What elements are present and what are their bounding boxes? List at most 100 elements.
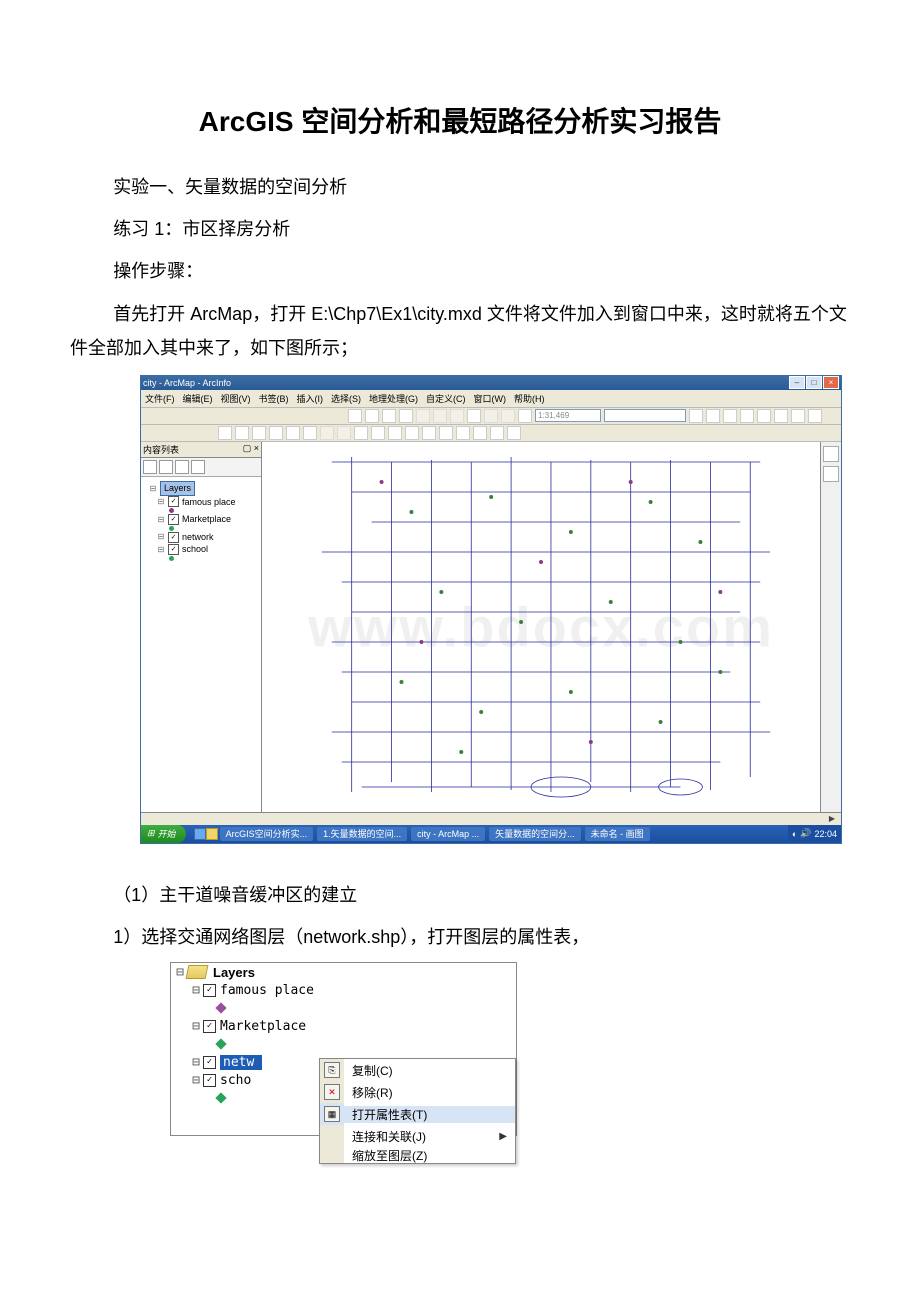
layer-school[interactable]: scho <box>220 1073 251 1088</box>
next-extent-icon[interactable] <box>337 426 351 440</box>
layer-school[interactable]: school <box>182 543 208 556</box>
full-extent-icon[interactable] <box>269 426 283 440</box>
menu-item-zoom-to-layer[interactable]: 缩放至图层(Z) <box>320 1147 515 1163</box>
hyperlink-icon[interactable] <box>456 426 470 440</box>
menu-insert[interactable]: 插入(I) <box>297 392 324 405</box>
menu-windows[interactable]: 窗口(W) <box>474 392 507 405</box>
quick-launch-ie-icon[interactable] <box>194 828 206 840</box>
paste-icon[interactable] <box>450 409 464 423</box>
taskbar-item[interactable]: 矢量数据的空间分... <box>489 827 581 841</box>
toc-list-by-visibility-icon[interactable] <box>175 460 189 474</box>
layer-famous-place[interactable]: famous place <box>220 983 314 998</box>
menu-help[interactable]: 帮助(H) <box>514 392 545 405</box>
menu-select[interactable]: 选择(S) <box>331 392 361 405</box>
catalog-dock-icon[interactable] <box>823 446 839 462</box>
time-slider-icon[interactable] <box>490 426 504 440</box>
add-data-icon[interactable] <box>518 409 532 423</box>
toc-icon[interactable] <box>706 409 720 423</box>
layer-network-selected[interactable]: netw <box>220 1055 262 1070</box>
model-builder-icon[interactable] <box>791 409 805 423</box>
prev-extent-icon[interactable] <box>320 426 334 440</box>
menu-bookmarks[interactable]: 书签(B) <box>259 392 289 405</box>
layer-marketplace[interactable]: Marketplace <box>182 513 231 526</box>
catalog-icon[interactable] <box>723 409 737 423</box>
find-icon[interactable] <box>422 426 436 440</box>
menu-file[interactable]: 文件(F) <box>145 392 175 405</box>
menu-geoprocessing[interactable]: 地理处理(G) <box>369 392 418 405</box>
print-icon[interactable] <box>399 409 413 423</box>
copy-icon[interactable] <box>433 409 447 423</box>
layer-checkbox[interactable]: ✓ <box>203 1020 216 1033</box>
expander-icon[interactable]: ⊟ <box>189 1055 203 1070</box>
expander-icon[interactable]: ⊟ <box>189 1019 203 1034</box>
layer-checkbox[interactable]: ✓ <box>168 532 179 543</box>
select-features-icon[interactable] <box>354 426 368 440</box>
toc-pin-close[interactable]: ▢ × <box>243 443 259 456</box>
identify-icon[interactable] <box>405 426 419 440</box>
close-button[interactable]: × <box>823 376 839 389</box>
tray-icon[interactable]: 🔊 <box>800 828 811 839</box>
delete-icon[interactable] <box>467 409 481 423</box>
expander-icon[interactable]: ⊟ <box>189 983 203 998</box>
menu-item-copy[interactable]: ⎘ 复制(C) <box>320 1059 515 1081</box>
maximize-button[interactable]: □ <box>806 376 822 389</box>
toc-list-by-source-icon[interactable] <box>159 460 173 474</box>
layer-checkbox[interactable]: ✓ <box>203 1056 216 1069</box>
menu-edit[interactable]: 编辑(E) <box>183 392 213 405</box>
fixed-zoom-out-icon[interactable] <box>303 426 317 440</box>
html-popup-icon[interactable] <box>473 426 487 440</box>
start-button[interactable]: ⊞ 开始 <box>141 825 186 843</box>
search-icon[interactable] <box>740 409 754 423</box>
editor-toolbar-icon[interactable] <box>689 409 703 423</box>
menu-view[interactable]: 视图(V) <box>221 392 251 405</box>
submenu-arrow-icon: ▶ <box>499 1131 515 1142</box>
layers-node[interactable]: Layers <box>160 481 195 496</box>
layer-checkbox[interactable]: ✓ <box>203 984 216 997</box>
layer-marketplace[interactable]: Marketplace <box>220 1019 306 1034</box>
fixed-zoom-in-icon[interactable] <box>286 426 300 440</box>
taskbar-item[interactable]: city - ArcMap ... <box>411 827 485 841</box>
layer-checkbox[interactable]: ✓ <box>168 496 179 507</box>
open-icon[interactable] <box>365 409 379 423</box>
quick-launch-explorer-icon[interactable] <box>206 828 218 840</box>
layer-famous-place[interactable]: famous place <box>182 496 236 509</box>
system-tray: ◐ 🔊 22:04 <box>788 825 841 843</box>
expander-icon[interactable]: ⊟ <box>189 1073 203 1088</box>
menu-bar[interactable]: 文件(F) 编辑(E) 视图(V) 书签(B) 插入(I) 选择(S) 地理处理… <box>141 390 841 408</box>
zoom-in-icon[interactable] <box>218 426 232 440</box>
undo-icon[interactable] <box>484 409 498 423</box>
menu-item-remove[interactable]: ✕ 移除(R) <box>320 1081 515 1103</box>
goto-xy-input[interactable] <box>604 409 686 422</box>
redo-icon[interactable] <box>501 409 515 423</box>
menu-item-joins[interactable]: 连接和关联(J) ▶ <box>320 1125 515 1147</box>
zoom-out-icon[interactable] <box>235 426 249 440</box>
cut-icon[interactable] <box>416 409 430 423</box>
layer-checkbox[interactable]: ✓ <box>168 544 179 555</box>
python-icon[interactable] <box>774 409 788 423</box>
viewer-icon[interactable] <box>507 426 521 440</box>
save-icon[interactable] <box>382 409 396 423</box>
layer-checkbox[interactable]: ✓ <box>168 514 179 525</box>
menu-item-open-attribute-table[interactable]: ▦ 打开属性表(T) <box>320 1103 515 1125</box>
layer-checkbox[interactable]: ✓ <box>203 1074 216 1087</box>
taskbar-item[interactable]: 未命名 - 画图 <box>585 827 650 841</box>
taskbar-item[interactable]: ArcGIS空间分析实... <box>220 827 314 841</box>
map-canvas[interactable]: www.bdocx.com <box>262 442 821 812</box>
clear-selection-icon[interactable] <box>371 426 385 440</box>
layers-node[interactable]: Layers <box>213 965 255 980</box>
search-dock-icon[interactable] <box>823 466 839 482</box>
new-icon[interactable] <box>348 409 362 423</box>
select-elements-icon[interactable] <box>388 426 402 440</box>
arctoolbox-icon[interactable] <box>757 409 771 423</box>
toc-list-by-drawing-icon[interactable] <box>143 460 157 474</box>
help-icon[interactable] <box>808 409 822 423</box>
measure-icon[interactable] <box>439 426 453 440</box>
tray-icon[interactable]: ◐ <box>792 829 797 839</box>
pan-icon[interactable] <box>252 426 266 440</box>
taskbar-item[interactable]: 1.矢量数据的空间... <box>317 827 407 841</box>
minimize-button[interactable]: – <box>789 376 805 389</box>
menu-customize[interactable]: 自定义(C) <box>426 392 466 405</box>
scale-input[interactable]: 1:31,469 <box>535 409 601 422</box>
layer-network[interactable]: network <box>182 531 214 544</box>
toc-list-by-selection-icon[interactable] <box>191 460 205 474</box>
